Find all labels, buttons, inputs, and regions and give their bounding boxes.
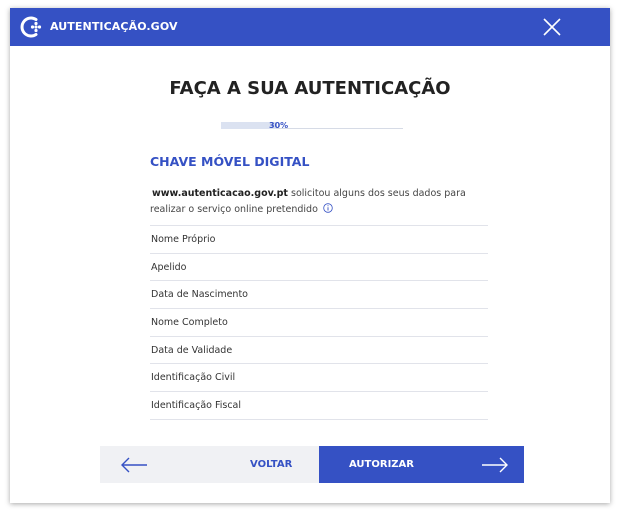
autenticacao-logo-icon — [20, 16, 42, 38]
requesting-site: www.autenticacao.gov.pt — [152, 188, 288, 199]
progress-label: 30% — [269, 121, 289, 130]
requested-field: Nome Próprio — [150, 226, 488, 254]
requested-field: Nome Completo — [150, 309, 488, 337]
close-icon[interactable] — [542, 17, 562, 37]
section-title: CHAVE MÓVEL DIGITAL — [150, 154, 310, 169]
requested-field: Identificação Fiscal — [150, 392, 488, 420]
requested-field: Data de Nascimento — [150, 281, 488, 310]
requested-field: Data de Validade — [150, 337, 488, 365]
arrow-right-icon — [482, 457, 508, 473]
info-icon[interactable] — [323, 203, 333, 213]
brand-name: AUTENTICAÇÃO.GOV — [50, 20, 178, 33]
authorize-button[interactable]: AUTORIZAR — [319, 446, 524, 483]
request-description: www.autenticacao.gov.pt solicitou alguns… — [150, 186, 490, 218]
progress-fill — [221, 122, 276, 129]
back-button-label: VOLTAR — [250, 459, 293, 470]
requested-field: Apelido — [150, 254, 488, 282]
arrow-left-icon — [121, 457, 147, 473]
requested-field: Identificação Civil — [150, 364, 488, 393]
authorize-button-label: AUTORIZAR — [349, 459, 414, 470]
auth-dialog: AUTENTICAÇÃO.GOV FAÇA A SUA AUTENTICAÇÃO… — [10, 8, 610, 503]
back-button[interactable]: VOLTAR — [100, 446, 319, 483]
progress-bar — [221, 122, 403, 129]
header-bar: AUTENTICAÇÃO.GOV — [10, 8, 610, 46]
requested-fields-list: Nome Próprio Apelido Data de Nascimento Nom… — [150, 225, 488, 420]
page-title: FAÇA A SUA AUTENTICAÇÃO — [169, 78, 451, 99]
